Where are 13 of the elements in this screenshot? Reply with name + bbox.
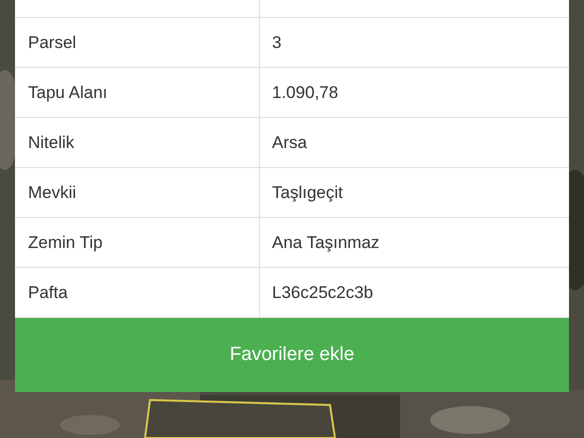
field-label: Pafta xyxy=(28,282,68,304)
field-value: 1.090,78 xyxy=(272,82,338,104)
field-value: 3 xyxy=(272,32,282,54)
field-label: Mevkii xyxy=(28,182,76,204)
field-label: Zemin Tip xyxy=(28,232,103,254)
field-value: L36c25c2c3b xyxy=(272,282,374,304)
field-value: Arsa xyxy=(272,132,307,154)
add-to-favorites-button[interactable]: Favorilere ekle xyxy=(15,318,569,392)
field-value: Ana Taşınmaz xyxy=(272,232,380,254)
field-label: Parsel xyxy=(28,32,76,54)
field-label: Nitelik xyxy=(28,132,74,154)
field-label: Tapu Alanı xyxy=(28,82,108,104)
field-value: Taşlıgeçit xyxy=(272,182,343,204)
